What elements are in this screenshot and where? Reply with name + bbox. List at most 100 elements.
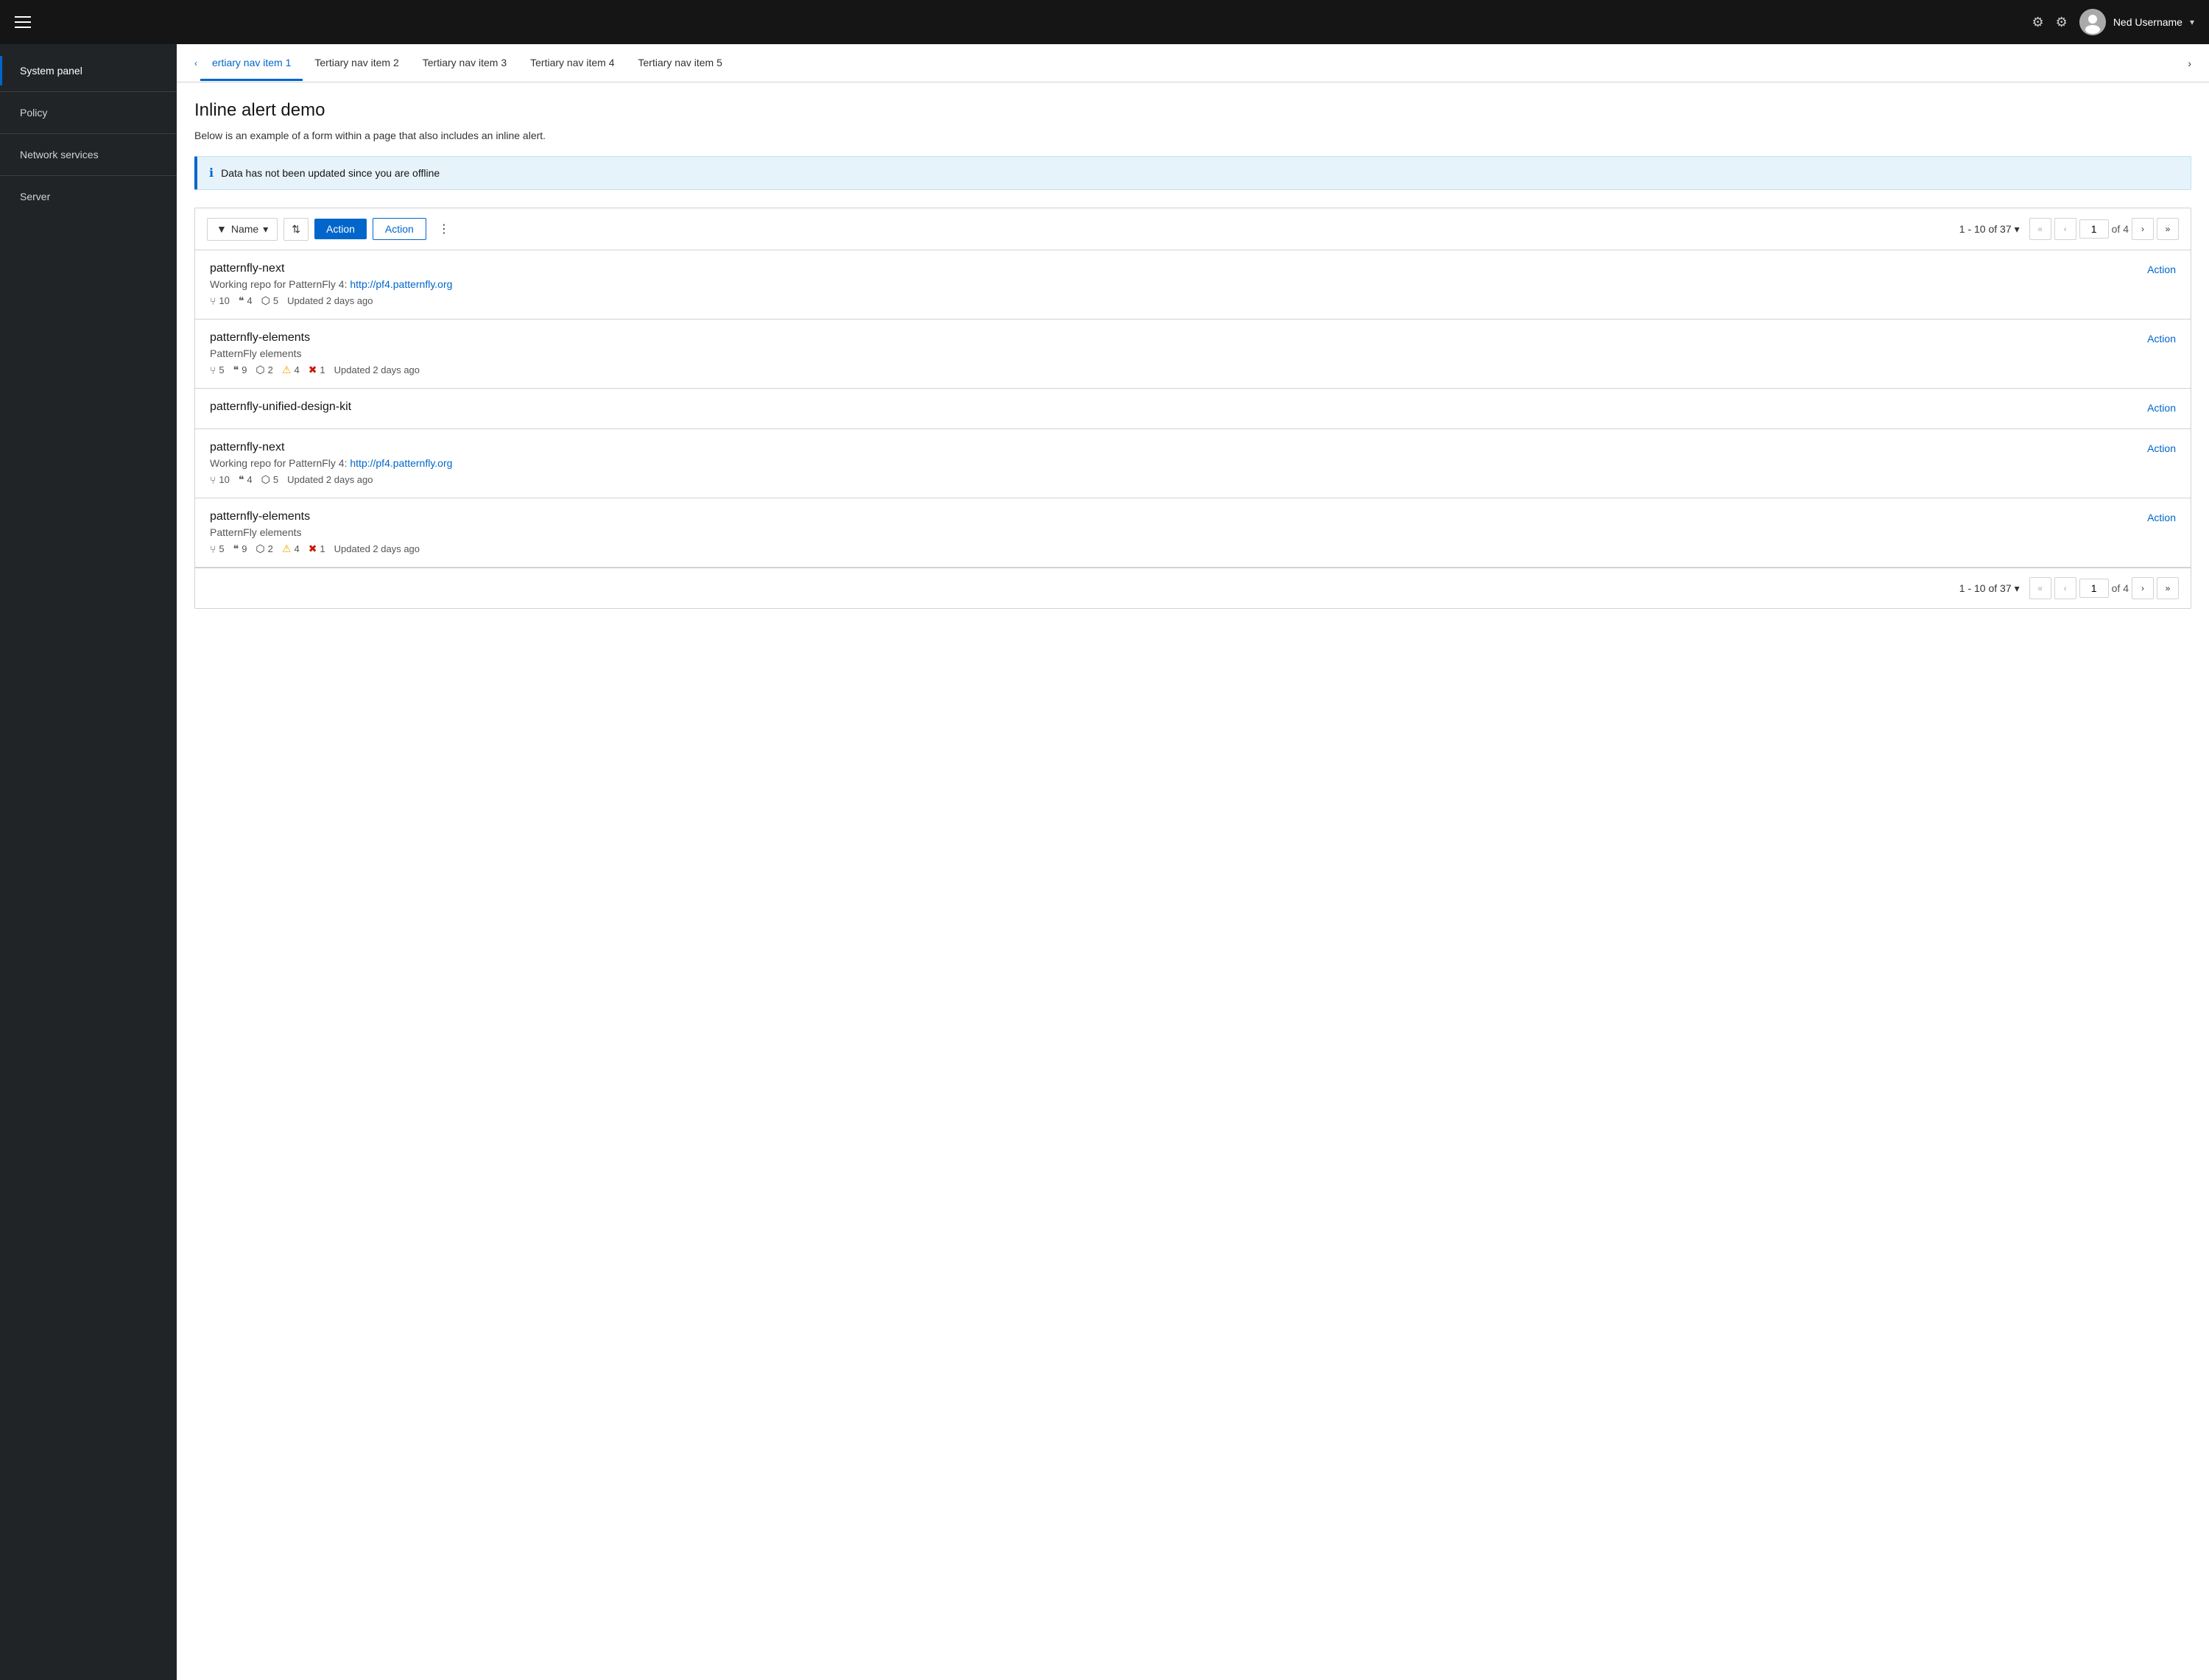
quote-icon: ❝ xyxy=(239,294,244,307)
list-item-action[interactable]: Action xyxy=(2147,441,2176,454)
pagination-first-top[interactable]: « xyxy=(2029,218,2051,240)
list-item-meta: ⑂ 5 ❝ 9 ⬡ 2 ⚠ xyxy=(210,364,2132,376)
pagination-count-dropdown: ▾ xyxy=(2015,223,2020,236)
page-title: Inline alert demo xyxy=(194,100,2191,121)
action-primary-button[interactable]: Action xyxy=(314,219,367,239)
updated-text: Updated 2 days ago xyxy=(334,364,420,375)
action-secondary-button[interactable]: Action xyxy=(373,218,426,240)
list-item-content: patternfly-unified-design-kit xyxy=(210,400,2132,417)
top-nav-right: ⚙ ⚙ Ned Username ▾ xyxy=(2032,9,2194,35)
meta-quote: ❝ 4 xyxy=(239,473,253,486)
fork-count: 5 xyxy=(219,543,224,554)
quote-icon: ❝ xyxy=(233,543,239,555)
box-icon: ⬡ xyxy=(261,294,270,307)
updated-text: Updated 2 days ago xyxy=(287,295,373,306)
meta-warning: ⚠ 4 xyxy=(282,364,300,376)
tertiary-nav-item-2[interactable]: Tertiary nav item 2 xyxy=(303,46,410,81)
tertiary-nav-right-arrow[interactable]: › xyxy=(2188,57,2191,69)
list-item-link[interactable]: http://pf4.patternfly.org xyxy=(350,457,452,469)
list-item-content: patternfly-next Working repo for Pattern… xyxy=(210,441,2132,486)
box-count: 2 xyxy=(268,543,273,554)
meta-fork: ⑂ 10 xyxy=(210,474,230,486)
main-layout: System panel Policy Network services Ser… xyxy=(0,44,2209,1680)
pagination-count-dropdown-bottom: ▾ xyxy=(2015,582,2020,595)
list-item-desc: PatternFly elements xyxy=(210,347,2132,359)
meta-box: ⬡ 5 xyxy=(261,294,278,307)
list-item-content: patternfly-next Working repo for Pattern… xyxy=(210,262,2132,307)
tertiary-nav-item-5[interactable]: Tertiary nav item 5 xyxy=(627,46,734,81)
meta-updated: Updated 2 days ago xyxy=(287,295,373,306)
warning-icon: ⚠ xyxy=(282,543,292,555)
meta-updated: Updated 2 days ago xyxy=(334,543,420,554)
tertiary-nav-item-3[interactable]: Tertiary nav item 3 xyxy=(411,46,518,81)
fork-count: 5 xyxy=(219,364,224,375)
pagination-page-input-top[interactable] xyxy=(2079,219,2109,239)
list-item: patternfly-next Working repo for Pattern… xyxy=(195,429,2191,498)
box-icon: ⬡ xyxy=(256,543,264,555)
pagination-last-bottom[interactable]: » xyxy=(2157,577,2179,599)
user-menu[interactable]: Ned Username ▾ xyxy=(2079,9,2194,35)
sidebar-divider-1 xyxy=(0,91,177,92)
list-item-name: patternfly-elements xyxy=(210,510,2132,523)
pagination-count-top[interactable]: 1 - 10 of 37 ▾ xyxy=(1953,219,2026,239)
meta-error: ✖ 1 xyxy=(309,364,325,376)
list-item-action[interactable]: Action xyxy=(2147,510,2176,523)
avatar xyxy=(2079,9,2106,35)
list-item-name: patternfly-elements xyxy=(210,331,2132,345)
pagination-prev-bottom[interactable]: ‹ xyxy=(2054,577,2076,599)
sidebar-item-network-services[interactable]: Network services xyxy=(0,140,177,169)
list-item-name: patternfly-next xyxy=(210,262,2132,275)
alert-info-icon: ℹ xyxy=(209,166,214,180)
pagination-next-bottom[interactable]: › xyxy=(2132,577,2154,599)
meta-box: ⬡ 2 xyxy=(256,543,272,555)
list-item-link[interactable]: http://pf4.patternfly.org xyxy=(350,278,452,290)
list-item-action[interactable]: Action xyxy=(2147,262,2176,275)
list-item-action[interactable]: Action xyxy=(2147,400,2176,414)
meta-quote: ❝ 9 xyxy=(233,543,247,555)
box-count: 5 xyxy=(273,474,278,485)
hamburger-menu[interactable] xyxy=(15,16,31,28)
fork-icon: ⑂ xyxy=(210,364,216,376)
tertiary-nav-item-4[interactable]: Tertiary nav item 4 xyxy=(518,46,626,81)
error-icon: ✖ xyxy=(309,543,317,555)
error-count: 1 xyxy=(320,543,325,554)
meta-fork: ⑂ 10 xyxy=(210,295,230,307)
list-item-desc: PatternFly elements xyxy=(210,526,2132,538)
pagination-page-input-bottom[interactable] xyxy=(2079,579,2109,598)
error-count: 1 xyxy=(320,364,325,375)
quote-count: 4 xyxy=(247,295,252,306)
quote-count: 9 xyxy=(242,364,247,375)
list-item-content: patternfly-elements PatternFly elements … xyxy=(210,331,2132,376)
tertiary-nav-left-arrow[interactable]: ‹ xyxy=(194,58,197,68)
list-item-action[interactable]: Action xyxy=(2147,331,2176,345)
pagination-count-bottom[interactable]: 1 - 10 of 37 ▾ xyxy=(1953,579,2026,599)
list-item-name: patternfly-next xyxy=(210,441,2132,454)
pagination-prev-top[interactable]: ‹ xyxy=(2054,218,2076,240)
list-item-name: patternfly-unified-design-kit xyxy=(210,400,2132,414)
settings-icon-1[interactable]: ⚙ xyxy=(2032,15,2044,30)
box-icon: ⬡ xyxy=(256,364,264,376)
pagination-first-bottom[interactable]: « xyxy=(2029,577,2051,599)
pagination-last-top[interactable]: » xyxy=(2157,218,2179,240)
sidebar-item-system-panel[interactable]: System panel xyxy=(0,56,177,85)
meta-updated: Updated 2 days ago xyxy=(334,364,420,375)
list-item-desc: Working repo for PatternFly 4: http://pf… xyxy=(210,457,2132,469)
filter-icon: ▼ xyxy=(216,223,227,235)
tertiary-nav-item-1[interactable]: ertiary nav item 1 xyxy=(200,46,303,81)
kebab-menu-button[interactable]: ⋮ xyxy=(432,217,456,241)
list-item-desc: Working repo for PatternFly 4: http://pf… xyxy=(210,278,2132,290)
filter-button[interactable]: ▼ Name ▾ xyxy=(207,218,278,241)
pagination-next-top[interactable]: › xyxy=(2132,218,2154,240)
list-item: patternfly-elements PatternFly elements … xyxy=(195,320,2191,389)
sort-button[interactable]: ⇅ xyxy=(283,218,309,241)
settings-icon-2[interactable]: ⚙ xyxy=(2056,15,2068,30)
fork-icon: ⑂ xyxy=(210,295,216,307)
sidebar-item-server[interactable]: Server xyxy=(0,182,177,211)
quote-count: 4 xyxy=(247,474,252,485)
username-label: Ned Username xyxy=(2113,16,2182,28)
sidebar-item-policy[interactable]: Policy xyxy=(0,98,177,127)
updated-text: Updated 2 days ago xyxy=(334,543,420,554)
fork-icon: ⑂ xyxy=(210,543,216,555)
list-item-content: patternfly-elements PatternFly elements … xyxy=(210,510,2132,555)
pagination-count-label: 1 - 10 of 37 xyxy=(1959,223,2012,235)
